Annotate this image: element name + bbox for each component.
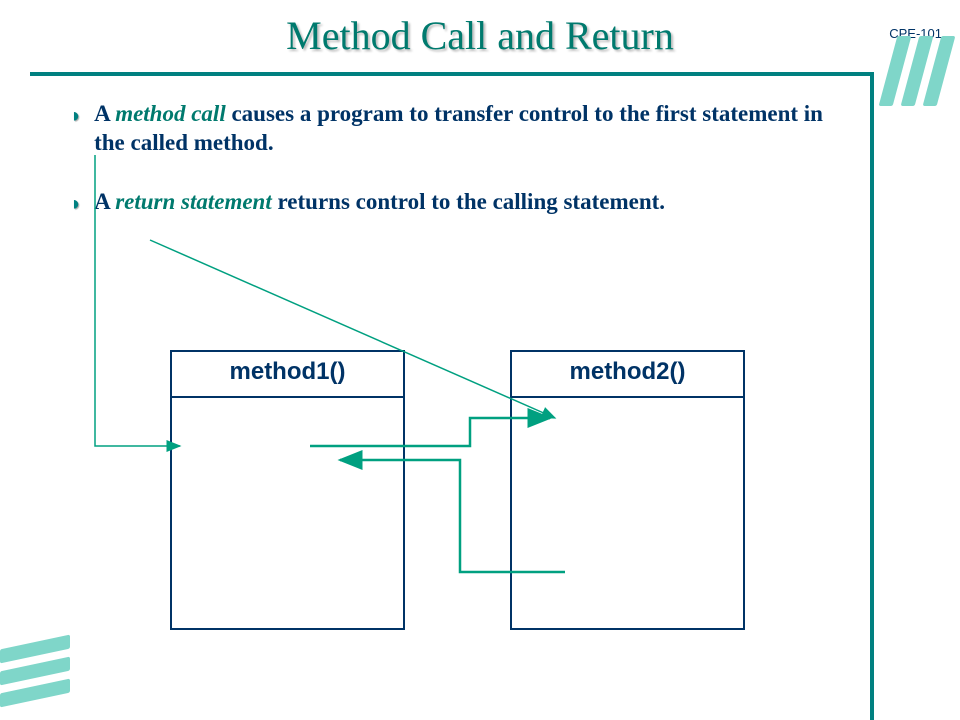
method1-box: method1() (170, 350, 405, 630)
bullet-marker-icon: ◗ (70, 192, 82, 217)
bullet-item: ◗ A return statement returns control to … (70, 188, 850, 217)
bullet-term: method call (115, 101, 226, 126)
bullet-item: ◗ A method call causes a program to tran… (70, 100, 850, 158)
divider-horizontal (30, 72, 874, 76)
flow-diagram: method1() method2(); nextstatement; meth… (0, 340, 960, 680)
bullet-text-pre: A (94, 101, 115, 126)
bullet-text-post: returns control to the calling statement… (272, 189, 665, 214)
method2-title: method2() (512, 358, 743, 386)
bullet-marker-icon: ◗ (70, 104, 82, 158)
bullet-term: return statement (115, 189, 272, 214)
method1-title: method1() (172, 358, 403, 386)
box-divider (172, 396, 403, 398)
decoration-top-right (888, 36, 946, 106)
method2-box: method2() (510, 350, 745, 630)
bullet-text-pre: A (94, 189, 115, 214)
slide-title: Method Call and Return (0, 12, 960, 59)
box-divider (512, 396, 743, 398)
bullet-list: ◗ A method call causes a program to tran… (70, 100, 850, 247)
